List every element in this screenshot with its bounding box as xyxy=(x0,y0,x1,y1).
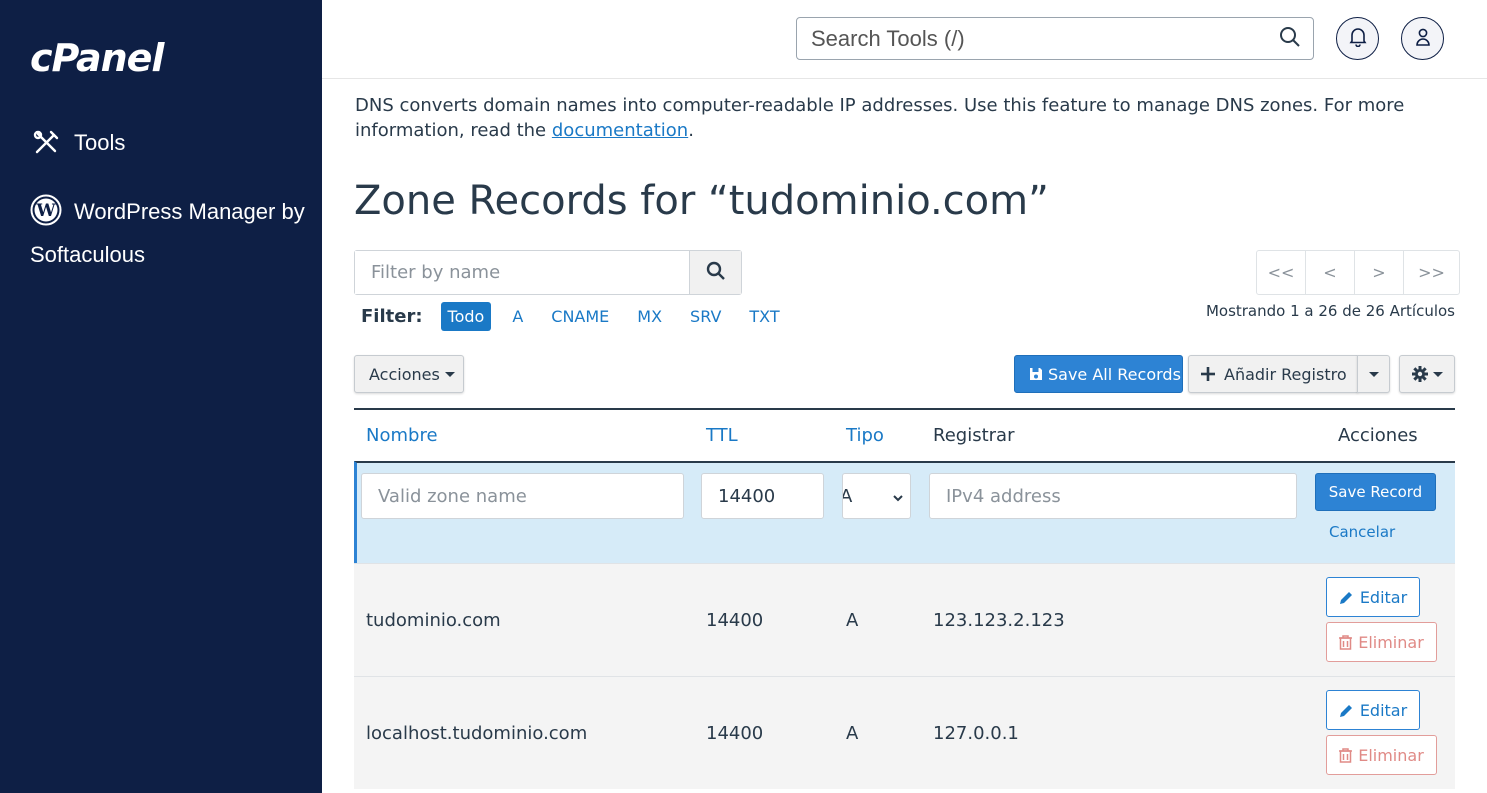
showing-count: Mostrando 1 a 26 de 26 Artículos xyxy=(1205,302,1455,320)
save-record-button[interactable]: Save Record xyxy=(1315,473,1436,511)
filter-option-srv[interactable]: SRV xyxy=(683,302,728,331)
cpanel-logo[interactable]: cPanel xyxy=(30,36,164,80)
record-type: A xyxy=(846,723,859,744)
table-row: localhost.tudominio.com 14400 A 127.0.0.… xyxy=(354,676,1455,789)
edit-label: Editar xyxy=(1359,587,1408,607)
delete-button[interactable]: Eliminar xyxy=(1326,735,1437,775)
save-all-label: Save All Records xyxy=(1048,364,1181,384)
actions-dropdown-button[interactable]: Acciones xyxy=(354,355,464,393)
record-value: 127.0.0.1 xyxy=(933,723,1019,744)
filter-box xyxy=(354,250,742,295)
record-ttl: 14400 xyxy=(706,610,764,631)
zone-records-table: Nombre TTL Tipo Registrar Acciones Valid… xyxy=(354,408,1455,789)
pagination: << < > >> xyxy=(1256,250,1460,295)
plus-icon xyxy=(1201,367,1215,381)
edit-button[interactable]: Editar xyxy=(1326,690,1420,730)
svg-text:W: W xyxy=(35,201,56,221)
chevron-down-icon xyxy=(892,488,904,509)
filter-option-cname[interactable]: CNAME xyxy=(544,302,616,331)
description-end: . xyxy=(688,120,694,141)
table-row: tudominio.com 14400 A 123.123.2.123 Edit… xyxy=(354,563,1455,676)
save-all-records-button[interactable]: Save All Records xyxy=(1014,355,1183,393)
filter-option-a[interactable]: A xyxy=(505,302,530,331)
type-select[interactable]: A xyxy=(842,473,911,519)
ttl-input[interactable]: 14400 xyxy=(701,473,824,519)
sidebar: cPanel Tools W WordPress Manager by Soft… xyxy=(0,0,322,793)
prev-page-button[interactable]: < xyxy=(1306,251,1355,294)
record-name: tudominio.com xyxy=(366,610,501,631)
table-header: Nombre TTL Tipo Registrar Acciones xyxy=(354,410,1455,461)
search-icon xyxy=(706,261,726,285)
zone-name-input[interactable]: Valid zone name xyxy=(361,473,684,519)
pencil-icon xyxy=(1339,590,1360,605)
bell-icon xyxy=(1349,27,1367,51)
first-page-button[interactable]: << xyxy=(1257,251,1306,294)
new-record-row: Valid zone name 14400 A IPv4 address Sav… xyxy=(354,461,1455,563)
search-icon[interactable] xyxy=(1279,26,1301,52)
add-record-button[interactable]: Añadir Registro xyxy=(1188,355,1358,393)
caret-down-icon xyxy=(1368,371,1379,377)
cancel-link[interactable]: Cancelar xyxy=(1329,523,1395,541)
caret-down-icon xyxy=(444,371,455,377)
sidebar-item-tools[interactable]: Tools xyxy=(30,127,125,159)
last-page-button[interactable]: >> xyxy=(1404,251,1459,294)
column-header-tipo[interactable]: Tipo xyxy=(846,425,884,446)
type-select-value: A xyxy=(843,486,852,507)
caret-down-icon xyxy=(1432,371,1443,377)
add-record-dropdown-button[interactable] xyxy=(1357,355,1390,393)
documentation-link[interactable]: documentation xyxy=(552,120,688,141)
type-filter: Filter: Todo A CNAME MX SRV TXT xyxy=(361,302,801,331)
record-type: A xyxy=(846,610,859,631)
ipv4-address-input[interactable]: IPv4 address xyxy=(929,473,1297,519)
main-content: DNS converts domain names into computer-… xyxy=(322,80,1487,793)
filter-option-mx[interactable]: MX xyxy=(630,302,669,331)
trash-icon xyxy=(1339,634,1358,650)
delete-label: Eliminar xyxy=(1358,632,1424,652)
wordpress-icon: W xyxy=(30,194,62,226)
column-header-registrar: Registrar xyxy=(933,425,1015,446)
tools-icon xyxy=(30,127,62,159)
notifications-button[interactable] xyxy=(1336,17,1379,60)
edit-label: Editar xyxy=(1359,700,1408,720)
filter-label: Filter: xyxy=(361,306,423,327)
settings-dropdown-button[interactable] xyxy=(1399,355,1455,393)
record-name: localhost.tudominio.com xyxy=(366,723,588,744)
top-bar xyxy=(322,0,1487,79)
search-tools-box[interactable] xyxy=(796,17,1314,60)
sidebar-item-label: Tools xyxy=(74,130,126,155)
next-page-button[interactable]: > xyxy=(1355,251,1404,294)
user-icon xyxy=(1414,27,1432,51)
sidebar-item-label: WordPress Manager by Softaculous xyxy=(30,199,305,267)
delete-label: Eliminar xyxy=(1358,745,1424,765)
page-description: DNS converts domain names into computer-… xyxy=(355,93,1455,143)
filter-option-txt[interactable]: TXT xyxy=(742,302,786,331)
delete-button[interactable]: Eliminar xyxy=(1326,622,1437,662)
trash-icon xyxy=(1339,747,1358,763)
actions-label: Acciones xyxy=(369,364,440,384)
edit-button[interactable]: Editar xyxy=(1326,577,1420,617)
column-header-nombre[interactable]: Nombre xyxy=(366,425,438,446)
sidebar-item-wordpress[interactable]: W WordPress Manager by Softaculous xyxy=(30,190,310,276)
save-icon xyxy=(1029,367,1043,381)
pencil-icon xyxy=(1339,703,1360,718)
filter-by-name-input[interactable] xyxy=(355,251,689,294)
description-text: DNS converts domain names into computer-… xyxy=(355,95,1405,141)
add-record-label: Añadir Registro xyxy=(1224,364,1347,384)
user-menu-button[interactable] xyxy=(1401,17,1444,60)
filter-search-button[interactable] xyxy=(689,251,741,294)
search-tools-input[interactable] xyxy=(809,24,1279,53)
record-value: 123.123.2.123 xyxy=(933,610,1065,631)
filter-option-todo[interactable]: Todo xyxy=(440,302,492,331)
record-ttl: 14400 xyxy=(706,723,764,744)
column-header-ttl[interactable]: TTL xyxy=(706,425,738,446)
page-title: Zone Records for “tudominio.com” xyxy=(354,178,1049,224)
gear-icon xyxy=(1411,366,1428,382)
column-header-acciones: Acciones xyxy=(1338,425,1418,446)
